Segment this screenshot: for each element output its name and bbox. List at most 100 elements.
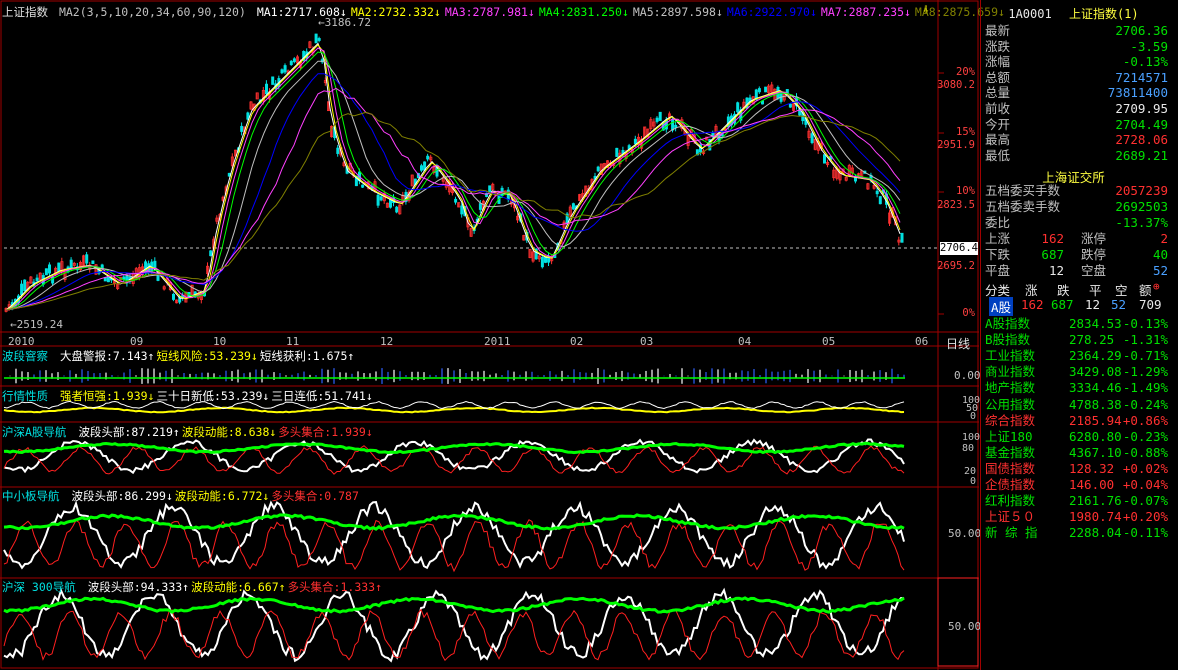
candle-body [23,279,27,292]
candle-body [317,38,321,41]
sub4-item-1: 波段头部:86.299↓ [71,489,173,503]
candle-body [419,165,423,171]
candle-body [674,124,678,128]
candle-body [336,147,340,154]
sub3-items: 波段头部:87.219↑ 波段动能:8.638↓ 多头集合:1.939↓ [70,425,374,439]
category-cell-3: 52 [1111,297,1127,312]
candle-body [314,33,318,44]
index-row[interactable]: 基金指数 4367.10 -0.88% [985,444,1168,461]
index-price: 278.25 [1069,332,1115,348]
index-price: 3334.46 [1069,380,1122,396]
index-row[interactable]: 上证５０ 1980.74 +0.20% [985,508,1168,525]
candle-body [454,198,458,203]
price-axis-label-2: 15% [956,126,975,138]
index-price: 2185.94 [1069,412,1122,428]
index-row[interactable]: 上证180 6280.80 -0.23% [985,428,1168,445]
candle-body [540,256,544,268]
breadth-label: 平盘 [985,263,1011,278]
index-row[interactable]: 公用指数 4788.38 -0.24% [985,396,1168,413]
sub4-header: 中小板导航 波段头部:86.299↓ 波段动能:6.772↓ 多头集合:0.787 [2,488,365,504]
quote-panel: 1A0001 上证指数(1) 最新 2706.36 涨跌 -3.59 涨幅 -0.13% 总… [980,0,1178,670]
index-row[interactable]: 企债指数 146.00 +0.04% [985,476,1168,493]
candle-body [810,133,814,143]
candle-body [878,196,882,205]
index-change: +0.20% [1122,509,1168,525]
ma-line-6 [5,73,901,311]
sub4-axis: 50.00 [948,527,982,540]
sub5-title: 沪深 300导航 [2,580,76,594]
category-cell-4: 709 [1139,297,1162,312]
candle-body [48,264,52,274]
index-row[interactable]: 地产指数 3334.46 -1.49% [985,379,1168,396]
breadth-row-2: 平盘 12 空盘 52 [985,263,1168,279]
index-change: -0.23% [1122,428,1168,444]
quote-label: 前收 [985,101,1011,116]
quote-row-2: 涨幅 -0.13% [985,54,1168,70]
depth-row-1: 五档委卖手数 2692503 [985,199,1168,215]
ma-value-6: MA6:2922.970↓ [726,5,817,19]
chart-area[interactable]: 上证指数 MA2(3,5,10,20,34,60,90,120) MA1:271… [0,0,1005,670]
sub5-item-2: 波段动能:6.667↑ [191,580,286,594]
candle-body [280,69,284,74]
candle-body [426,155,430,160]
candle-body [655,117,659,122]
index-row[interactable]: 工业指数 2364.29 -0.71% [985,347,1168,364]
index-row[interactable]: 新 综 指 2288.04 -0.11% [985,524,1168,541]
index-name: 上证５０ [985,509,1036,525]
index-row[interactable]: 综合指数 2185.94 +0.86% [985,412,1168,429]
candle-body [91,260,95,264]
index-change: -0.71% [1122,348,1168,364]
index-row[interactable]: 国债指数 128.32 +0.02% [985,460,1168,477]
candle-body [20,283,24,295]
index-row[interactable]: B股指数 278.25 -1.31% [985,331,1168,348]
sub5-items: 波段头部:94.333↑ 波段动能:6.667↑ 多头集合:1.333↑ [80,580,384,594]
breadth-value-2: 2 [1160,231,1168,246]
ma-params: MA2(3,5,10,20,34,60,90,120) [58,5,246,19]
quote-label: 今开 [985,116,1011,132]
candle-body [264,83,268,95]
candle-body [571,203,575,210]
index-change: -1.49% [1122,380,1168,396]
candle-body [478,203,482,210]
sub1-title: 波段窨察 [2,349,48,363]
stock-code: 1A0001 [1008,7,1052,21]
sub1-item-2: 短线风险:53.239↓ [156,349,258,363]
sub1-items: 大盘警报:7.143↑ 短线风险:53.239↓ 短线获利:1.675↑ [52,349,356,363]
candle-body [283,65,287,73]
ma-value-3: MA3:2787.981↓ [444,5,535,19]
price-axis-label-1: 3080.2 [937,79,975,91]
index-name: 基金指数 [985,444,1036,460]
breadth-label-2: 空盘 [1081,263,1107,278]
sub4-item-2: 波段动能:6.772↓ [174,489,270,503]
sub5-item-3: 多头集合:1.333↑ [287,580,383,594]
index-change: -0.24% [1122,396,1168,412]
sub2-header: 行情性质 强者恒强:1.939↓ 三十日新低:53.239↓ 三日连低:51.741↓ [2,388,379,404]
index-name: 商业指数 [985,364,1036,380]
breadth-label-2: 跌停 [1081,247,1107,262]
sub3-item-2: 波段动能:8.638↓ [181,425,277,439]
period-label[interactable]: 日线 [946,335,970,352]
scroll-up-icon[interactable]: ⊕ [1153,280,1160,293]
sub5-header: 沪深 300导航 波段头部:94.333↑ 波段动能:6.667↑ 多头集合:1.33… [2,579,388,595]
breadth-value-2: 52 [1152,263,1168,278]
index-row[interactable]: A股指数 2834.53 -0.13% [985,315,1168,332]
time-axis-label-4: 12 [380,335,394,348]
index-change: +0.02% [1122,460,1168,476]
candle-body [757,88,761,93]
depth-value: -13.37% [1115,215,1168,230]
quote-value: 2689.21 [1115,147,1168,163]
index-change: +0.04% [1122,477,1168,492]
high-marker-label: ←3186.72 [318,16,371,29]
sub1-item-3: 短线获利:1.675↑ [259,349,355,363]
index-row[interactable]: 红利指数 2161.76 -0.07% [985,492,1168,509]
download-icon[interactable]: ⇩ [922,2,936,17]
category-row-name[interactable]: A股 [989,297,1014,316]
sub1-item-1: 大盘警报:7.143↑ [60,349,155,363]
index-row[interactable]: 商业指数 3429.08 -1.29% [985,363,1168,380]
quote-value: 73811400 [1107,85,1168,101]
candle-body [764,86,768,93]
candle-body [240,125,244,132]
quote-row-1: 涨跌 -3.59 [985,39,1168,55]
sub1-axis: 0.00 [954,369,981,382]
candle-body [664,120,668,130]
